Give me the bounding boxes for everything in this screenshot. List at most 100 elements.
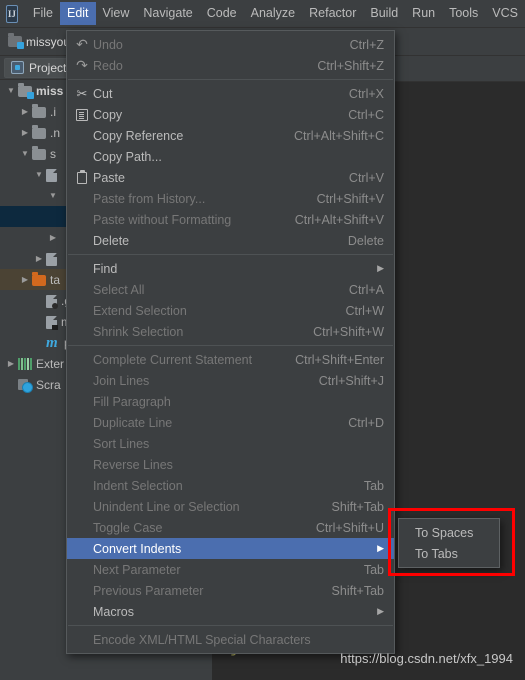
menu-item-shrink-selection: Shrink Selection Ctrl+Shift+W bbox=[67, 321, 394, 342]
menu-item-convert-indents[interactable]: Convert Indents ▶ bbox=[67, 538, 394, 559]
menu-item-next-parameter: Next Parameter Tab bbox=[67, 559, 394, 580]
menu-item-label: Convert Indents bbox=[93, 541, 182, 556]
menu-item-previous-parameter: Previous Parameter Shift+Tab bbox=[67, 580, 394, 601]
menubar-item-view[interactable]: View bbox=[96, 2, 137, 25]
menubar-item-label: Code bbox=[206, 6, 237, 20]
redo-icon bbox=[71, 57, 93, 74]
submenu-item-to-spaces[interactable]: To Spaces bbox=[399, 522, 499, 543]
menu-item-label: Previous Parameter bbox=[93, 583, 204, 598]
tree-node-label: s bbox=[50, 146, 56, 161]
menu-item-label: Macros bbox=[93, 604, 134, 619]
menubar-item-tools[interactable]: Tools bbox=[442, 2, 485, 25]
chevron-right-icon[interactable]: ▶ bbox=[18, 128, 32, 137]
watermark-url: https://blog.csdn.net/xfx_1994 bbox=[340, 651, 513, 666]
menu-item-toggle-case: Toggle Case Ctrl+Shift+U bbox=[67, 517, 394, 538]
menubar-item-navigate[interactable]: Navigate bbox=[136, 2, 199, 25]
chevron-down-icon[interactable]: ▼ bbox=[18, 149, 32, 158]
menu-item-shortcut: Ctrl+V bbox=[348, 170, 384, 185]
menubar-item-analyze[interactable]: Analyze bbox=[244, 2, 302, 25]
menu-item-label: Copy bbox=[93, 107, 123, 122]
menu-item-shortcut: Shift+Tab bbox=[331, 499, 384, 514]
menu-item-copy-path[interactable]: Copy Path... bbox=[67, 146, 394, 167]
tree-node-label: Scra bbox=[36, 377, 61, 392]
menu-item-redo: Redo Ctrl+Shift+Z bbox=[67, 55, 394, 76]
menu-item-label: Delete bbox=[93, 233, 130, 248]
menu-item-shortcut: Ctrl+Alt+Shift+V bbox=[294, 212, 384, 227]
menu-item-macros[interactable]: Macros ▶ bbox=[67, 601, 394, 622]
tree-node-label: miss bbox=[36, 83, 64, 98]
copy-icon-glyph bbox=[76, 108, 88, 121]
menu-item-label: Paste from History... bbox=[93, 191, 206, 206]
menubar-item-label: Refactor bbox=[309, 6, 357, 20]
menubar-item-label: Tools bbox=[449, 6, 479, 20]
tree-spacer: ▶ bbox=[32, 338, 46, 347]
menu-item-label: Undo bbox=[93, 37, 123, 52]
project-icon bbox=[11, 61, 24, 74]
copy-icon bbox=[71, 108, 93, 121]
menubar-item-build[interactable]: Build bbox=[363, 2, 405, 25]
menu-item-label: Select All bbox=[93, 282, 145, 297]
tree-node-icon bbox=[18, 82, 34, 99]
menubar-item-refactor[interactable]: Refactor bbox=[302, 2, 363, 25]
chevron-right-icon[interactable]: ▶ bbox=[18, 275, 32, 284]
submenu-arrow-icon: ▶ bbox=[377, 263, 384, 273]
intellij-window: IJ File Edit View Navigate Code Analyze Refact… bbox=[0, 0, 525, 680]
menu-item-label: Unindent Line or Selection bbox=[93, 499, 240, 514]
menu-item-label: Copy Reference bbox=[93, 128, 184, 143]
menu-item-reverse-lines: Reverse Lines bbox=[67, 454, 394, 475]
chevron-down-icon[interactable]: ▼ bbox=[46, 191, 60, 200]
folder-icon bbox=[32, 145, 46, 160]
menu-separator bbox=[68, 79, 393, 80]
menubar-item-code[interactable]: Code bbox=[200, 2, 244, 25]
menu-item-label: Next Parameter bbox=[93, 562, 181, 577]
menu-item-copy-reference[interactable]: Copy Reference Ctrl+Alt+Shift+C bbox=[67, 125, 394, 146]
menu-item-shortcut: Ctrl+W bbox=[345, 303, 384, 318]
menu-item-label: Paste without Formatting bbox=[93, 212, 232, 227]
menubar-item-edit[interactable]: Edit bbox=[59, 2, 96, 25]
scratches-icon bbox=[18, 378, 33, 393]
menu-item-shortcut: Shift+Tab bbox=[331, 583, 384, 598]
menu-item-delete[interactable]: Delete Delete bbox=[67, 230, 394, 251]
menu-item-label: Redo bbox=[93, 58, 123, 73]
tree-spacer: ▶ bbox=[4, 380, 18, 389]
chevron-right-icon[interactable]: ▶ bbox=[18, 107, 32, 116]
menu-item-paste-from-history: Paste from History... Ctrl+Shift+V bbox=[67, 188, 394, 209]
menu-item-shortcut: Ctrl+X bbox=[348, 86, 384, 101]
menu-item-select-all: Select All Ctrl+A bbox=[67, 279, 394, 300]
submenu-item-to-tabs[interactable]: To Tabs bbox=[399, 543, 499, 564]
menu-item-label: Find bbox=[93, 261, 118, 276]
gitignore-file-icon bbox=[46, 294, 58, 309]
tree-node-icon bbox=[18, 357, 32, 371]
menubar-item-run[interactable]: Run bbox=[405, 2, 442, 25]
tab-project[interactable]: Project bbox=[4, 57, 76, 78]
undo-icon-glyph bbox=[76, 36, 88, 53]
menu-item-shortcut: Ctrl+Shift+V bbox=[316, 191, 384, 206]
edit-menu-popup[interactable]: UndoCtrl+ZRedoCtrl+Shift+ZCutCtrl+XCopyC… bbox=[66, 30, 395, 654]
tree-node-icon bbox=[32, 124, 46, 140]
tree-node-icon bbox=[46, 251, 57, 266]
chevron-right-icon[interactable]: ▶ bbox=[4, 359, 18, 368]
chevron-right-icon[interactable]: ▶ bbox=[46, 233, 60, 242]
target-folder-icon bbox=[32, 271, 46, 286]
menu-item-paste[interactable]: Paste Ctrl+V bbox=[67, 167, 394, 188]
file-icon bbox=[46, 252, 57, 266]
folder-icon bbox=[32, 124, 46, 139]
menu-item-find[interactable]: Find ▶ bbox=[67, 258, 394, 279]
convert-indents-submenu[interactable]: To Spaces To Tabs bbox=[398, 518, 500, 568]
menu-item-undo: Undo Ctrl+Z bbox=[67, 34, 394, 55]
breadcrumb-project[interactable]: missyou bbox=[26, 35, 70, 49]
chevron-down-icon[interactable]: ▼ bbox=[4, 86, 18, 95]
tree-spacer: ▶ bbox=[32, 317, 46, 326]
tree-node-icon bbox=[46, 314, 58, 330]
menubar-item-vcs[interactable]: VCS bbox=[485, 2, 525, 25]
menu-item-label: Duplicate Line bbox=[93, 415, 173, 430]
menu-item-shortcut: Delete bbox=[347, 233, 384, 248]
chevron-down-icon[interactable]: ▼ bbox=[32, 170, 46, 179]
chevron-right-icon[interactable]: ▶ bbox=[32, 254, 46, 263]
menu-separator bbox=[68, 625, 393, 626]
menubar-item-file[interactable]: File bbox=[26, 2, 60, 25]
menu-item-copy[interactable]: Copy Ctrl+C bbox=[67, 104, 394, 125]
menu-item-paste-without-formatting: Paste without Formatting Ctrl+Alt+Shift+V bbox=[67, 209, 394, 230]
tree-node-icon bbox=[32, 103, 46, 119]
menu-item-cut[interactable]: Cut Ctrl+X bbox=[67, 83, 394, 104]
